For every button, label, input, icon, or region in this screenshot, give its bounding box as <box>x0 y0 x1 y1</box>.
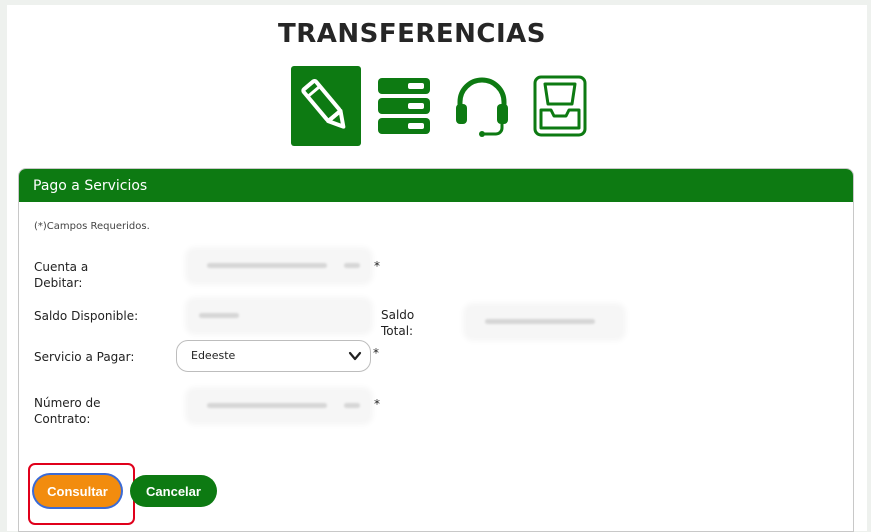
saldo-disponible-value-obscured <box>189 301 369 331</box>
server-list-icon[interactable] <box>369 66 439 146</box>
cuenta-label: Cuenta a Debitar: <box>34 260 89 290</box>
cuenta-select-obscured[interactable] <box>189 251 369 281</box>
inbox-tray-icon[interactable] <box>525 66 595 146</box>
panel-header: Pago a Servicios <box>19 169 853 202</box>
servicio-label: Servicio a Pagar: <box>34 350 135 364</box>
chevron-down-icon <box>348 351 362 361</box>
headset-support-icon[interactable] <box>447 66 517 146</box>
cancelar-button[interactable]: Cancelar <box>130 475 217 507</box>
consultar-button[interactable]: Consultar <box>34 475 121 507</box>
edit-pencil-icon[interactable] <box>291 66 361 146</box>
required-asterisk: * <box>373 346 379 360</box>
saldo-disponible-label: Saldo Disponible: <box>34 309 139 323</box>
required-asterisk: * <box>374 259 380 273</box>
required-asterisk: * <box>374 397 380 411</box>
contrato-select-obscured[interactable] <box>189 391 369 421</box>
servicio-select[interactable]: Edeeste <box>176 340 371 372</box>
nav-icons <box>291 65 603 147</box>
servicio-selected-value: Edeeste <box>191 349 236 362</box>
page: TRANSFERENCIAS Pago a Servicios (*)Campo… <box>7 5 867 532</box>
saldo-total-value-obscured <box>467 307 622 337</box>
saldo-total-label: Saldo Total: <box>381 308 415 338</box>
page-title: TRANSFERENCIAS <box>277 19 547 49</box>
payment-panel: Pago a Servicios (*)Campos Requeridos. C… <box>18 168 854 532</box>
contrato-label: Número de Contrato: <box>34 396 101 426</box>
required-note: (*)Campos Requeridos. <box>34 221 150 232</box>
